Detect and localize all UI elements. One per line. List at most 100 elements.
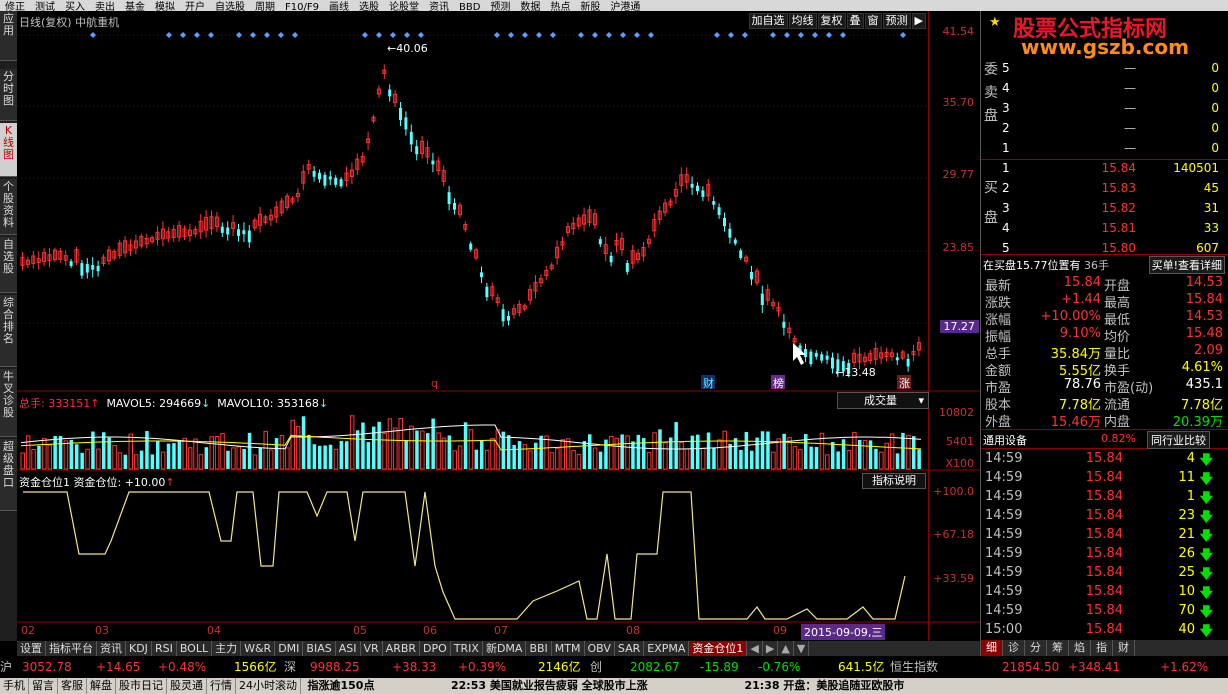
indicator-tab[interactable]: EXPMA: [644, 641, 690, 656]
divider: [981, 429, 1228, 430]
menu-item[interactable]: 自选股: [210, 2, 250, 11]
status-item[interactable]: 股市日记: [116, 678, 167, 694]
menu-item[interactable]: 新股: [575, 2, 605, 11]
sell-level[interactable]: 2 — 0: [1001, 121, 1219, 141]
indicator-tab[interactable]: OBV: [585, 641, 615, 656]
indicator-tab[interactable]: RSI: [152, 641, 177, 656]
status-item[interactable]: 客服: [58, 678, 87, 694]
menu-item[interactable]: 预测: [485, 2, 515, 11]
volume-indicator-select[interactable]: 成交量 ▾: [837, 392, 929, 409]
indicator-tab[interactable]: KDJ: [126, 641, 152, 656]
indicator-tab[interactable]: SAR: [615, 641, 645, 656]
status-news-1[interactable]: 指涨逾150点: [305, 678, 445, 694]
indicator-tab[interactable]: 设置: [17, 641, 46, 656]
status-item[interactable]: 股灵通: [167, 678, 207, 694]
left-tab-0[interactable]: 应用: [0, 11, 17, 61]
event-diamond-icon: [376, 32, 382, 38]
menu-item[interactable]: 画线: [324, 2, 354, 11]
volume-bar: [588, 434, 592, 469]
right-tab[interactable]: 诊: [1003, 640, 1025, 656]
menu-item[interactable]: 模拟: [150, 2, 180, 11]
indicator-tab[interactable]: VR: [361, 641, 383, 656]
indicator-tab[interactable]: 资讯: [97, 641, 126, 656]
sell-level[interactable]: 4 — 0: [1001, 81, 1219, 101]
sell-level[interactable]: 5 — 0: [1001, 61, 1219, 81]
indicator-tab[interactable]: TRIX: [451, 641, 483, 656]
indicator-tab[interactable]: W&R: [241, 641, 276, 656]
indicator-tab[interactable]: DPO: [420, 641, 451, 656]
indicator-tab[interactable]: BBI: [526, 641, 552, 656]
level-num: 2: [1002, 181, 1010, 195]
sell-level[interactable]: 1 — 0: [1001, 141, 1219, 161]
scroll-arrow-icon[interactable]: ▶: [763, 641, 779, 656]
indicator-tab[interactable]: 指标平台: [46, 641, 97, 656]
right-tab[interactable]: 细: [981, 640, 1003, 656]
right-tab[interactable]: 分: [1025, 640, 1047, 656]
indicator-tab[interactable]: 新DMA: [483, 641, 527, 656]
menu-item[interactable]: 买入: [60, 2, 90, 11]
candle-body: [598, 239, 602, 245]
right-tab[interactable]: 指: [1091, 640, 1113, 656]
industry-compare-button[interactable]: 同行业比较: [1147, 431, 1210, 449]
candle-body: [80, 263, 84, 276]
menu-item[interactable]: 热点: [545, 2, 575, 11]
menu-item[interactable]: 数据: [515, 2, 545, 11]
right-tab[interactable]: 筹: [1047, 640, 1069, 656]
status-item[interactable]: 留言: [29, 678, 58, 694]
chart-area[interactable]: 日线(复权) 中航重机 加自选 均线 复权叠窗预测 ▶ ←40.06 ←13.48 q 财榜…: [17, 11, 980, 641]
kline-chart-svg[interactable]: ←40.06 ←13.48 q 财 榜 涨: [17, 11, 980, 641]
left-tab-2[interactable]: K线图: [0, 123, 17, 177]
volume-bar: [85, 448, 90, 470]
indicator-tab[interactable]: 主力: [212, 641, 242, 656]
status-news-3[interactable]: 21:38 开盘：美股追随亚欧股市: [742, 678, 908, 694]
menu-item[interactable]: 卖出: [90, 2, 120, 11]
menu-item[interactable]: BBD: [454, 2, 485, 11]
menu-item[interactable]: 周期: [250, 2, 280, 11]
buy-level[interactable]: 2 15.83 45: [1001, 181, 1219, 201]
volume-bar: [755, 437, 759, 469]
right-tab[interactable]: 财: [1113, 640, 1135, 656]
buy-level[interactable]: 1 15.84 140501: [1001, 161, 1219, 181]
status-item[interactable]: 行情: [207, 678, 236, 694]
scroll-arrow-icon[interactable]: ◀: [747, 641, 763, 656]
right-tab[interactable]: 焰: [1069, 640, 1091, 656]
menu-item[interactable]: 测试: [30, 2, 60, 11]
indicator-tab[interactable]: BOLL: [177, 641, 213, 656]
left-tab-1[interactable]: 分时图: [0, 69, 17, 121]
status-item[interactable]: 手机: [0, 678, 29, 694]
indicator-tab[interactable]: DMI: [275, 641, 304, 656]
status-item[interactable]: 24小时滚动: [236, 678, 301, 694]
status-news-2[interactable]: 22:53 美国就业报告疲弱 全球股市上涨: [448, 678, 738, 694]
event-diamond-icon: [798, 32, 804, 38]
menu-item[interactable]: 论股堂: [384, 2, 424, 11]
left-tab-4[interactable]: 自选股: [0, 237, 17, 293]
left-tab-6[interactable]: 牛叉诊股: [0, 369, 17, 437]
left-tab-5[interactable]: 综合排名: [0, 295, 17, 367]
scroll-arrow-icon[interactable]: ▼: [794, 641, 810, 656]
menu-item[interactable]: F10/F9: [280, 2, 324, 11]
indicator-tab[interactable]: BIAS: [303, 641, 336, 656]
buy-level[interactable]: 3 15.82 31: [1001, 201, 1219, 221]
volume-bar: [522, 444, 528, 470]
scroll-arrow-icon[interactable]: ▲: [778, 641, 794, 656]
buy-level[interactable]: 4 15.81 33: [1001, 221, 1219, 241]
tick-price: 15.84: [1085, 470, 1123, 485]
indicator-tab[interactable]: ASI: [336, 641, 361, 656]
indicator-tab[interactable]: 资金仓位1: [689, 641, 748, 656]
menu-item[interactable]: 开户: [180, 2, 210, 11]
sell-level[interactable]: 3 — 0: [1001, 101, 1219, 121]
left-tab-7[interactable]: 超级盘口: [0, 439, 17, 511]
left-tab-3[interactable]: 个股资料: [0, 179, 17, 235]
menu-item[interactable]: 修正: [0, 2, 30, 11]
menu-item[interactable]: 资讯: [424, 2, 454, 11]
menu-item[interactable]: 选股: [354, 2, 384, 11]
menu-item[interactable]: 基金: [120, 2, 150, 11]
menu-item[interactable]: 沪港通: [605, 2, 645, 11]
status-item[interactable]: 解盘: [87, 678, 116, 694]
star-icon[interactable]: ★: [989, 15, 1001, 30]
buy-detail-link[interactable]: 买单!查看详细: [1148, 256, 1225, 274]
indicator-tab[interactable]: ARBR: [383, 641, 421, 656]
indicator-help-button[interactable]: 指标说明: [862, 473, 926, 489]
indicator-tab[interactable]: MTM: [552, 641, 585, 656]
candle-body: [453, 203, 456, 210]
